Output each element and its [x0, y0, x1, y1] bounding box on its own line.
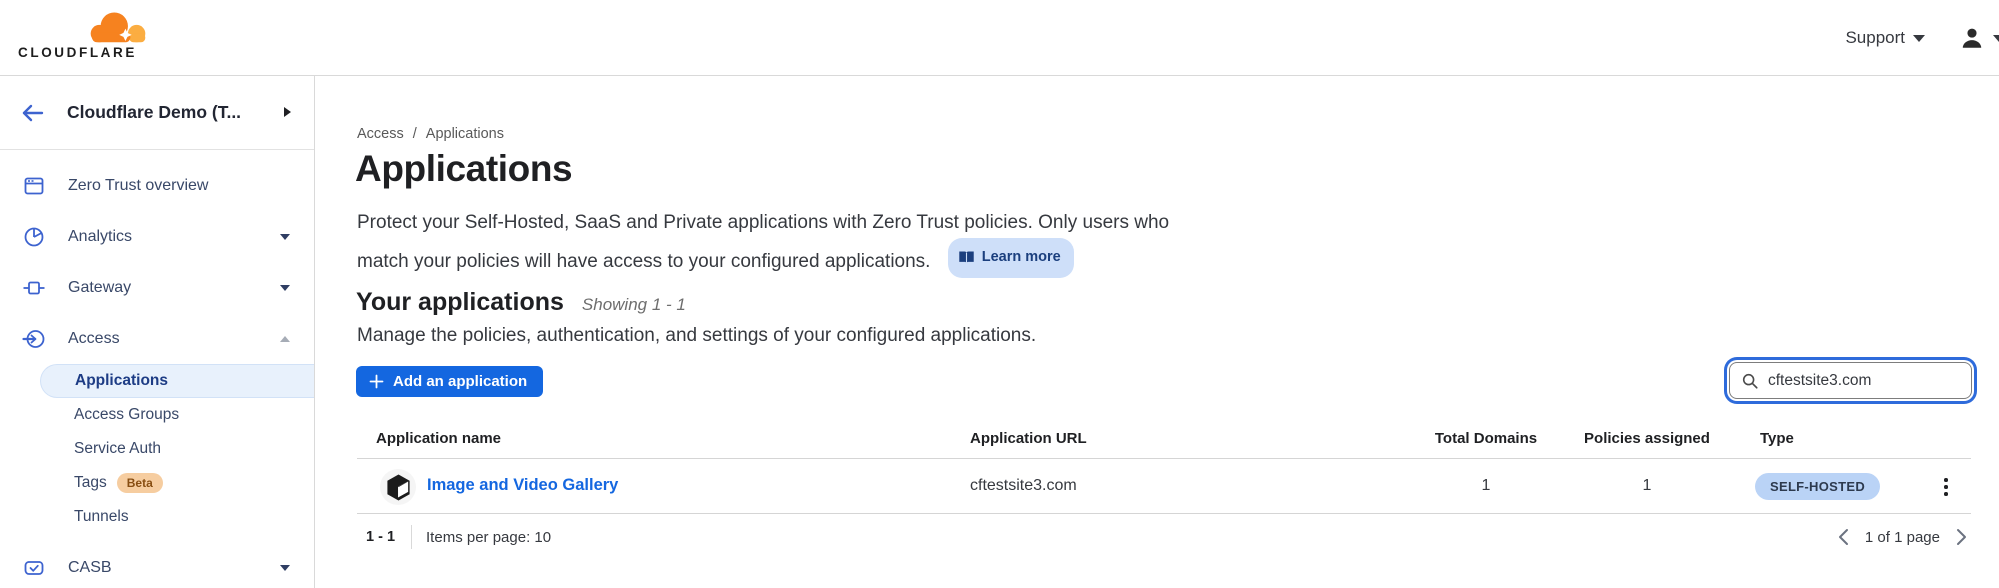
chevron-down-icon — [1993, 35, 1999, 42]
total-domains-cell: 1 — [1421, 477, 1551, 495]
sidebar-item-service-auth[interactable]: Service Auth — [0, 432, 314, 466]
description-line-1: Protect your Self-Hosted, SaaS and Priva… — [357, 207, 1169, 238]
sidebar-item-label: Analytics — [68, 228, 132, 246]
sidebar-item-access[interactable]: Access — [0, 313, 314, 364]
sidebar-item-tunnels[interactable]: Tunnels — [0, 500, 314, 534]
chevron-up-icon — [280, 336, 290, 342]
sidebar: Cloudflare Demo (T... Zero Trust overvie… — [0, 76, 315, 588]
application-name-link[interactable]: Image and Video Gallery — [427, 476, 618, 495]
previous-page-icon[interactable] — [1838, 528, 1849, 546]
chevron-down-icon — [280, 234, 290, 240]
table-footer: 1 - 1 Items per page: 10 1 of 1 page — [357, 514, 1971, 560]
col-application-url: Application URL — [970, 430, 1087, 447]
section-title: Your applications — [356, 288, 564, 317]
account-name: Cloudflare Demo (T... — [67, 102, 241, 123]
search-input[interactable] — [1729, 362, 1972, 399]
sidebar-subitem-label: Tunnels — [0, 508, 129, 526]
description-line-2: match your policies will have access to … — [357, 251, 930, 272]
sidebar-item-applications[interactable]: Applications — [40, 364, 314, 398]
back-arrow-icon[interactable] — [20, 101, 46, 125]
main-content: Access / Applications Applications Prote… — [316, 76, 1999, 588]
learn-more-label: Learn more — [982, 242, 1061, 273]
application-url-cell: cftestsite3.com — [970, 477, 1077, 495]
book-icon — [958, 250, 975, 265]
cloudflare-cloud-icon — [86, 10, 150, 46]
type-badge: SELF-HOSTED — [1755, 473, 1880, 500]
breadcrumb-separator: / — [413, 126, 417, 142]
pager: 1 of 1 page — [1838, 528, 1967, 546]
person-icon — [1959, 25, 1985, 51]
access-login-icon — [22, 327, 46, 351]
zero-trust-dashboard: CLOUDFLARE Support — [0, 0, 1999, 588]
items-per-page[interactable]: Items per page: 10 — [426, 529, 551, 546]
cube-icon — [385, 473, 412, 502]
sidebar-item-casb[interactable]: CASB — [0, 542, 314, 588]
policies-assigned-cell: 1 — [1567, 477, 1727, 495]
support-menu[interactable]: Support — [1845, 28, 1925, 48]
learn-more-button[interactable]: Learn more — [948, 238, 1074, 278]
pie-chart-icon — [22, 225, 46, 249]
user-menu[interactable] — [1959, 25, 1999, 51]
sidebar-subitem-label: Service Auth — [0, 440, 161, 458]
table-row: Image and Video Gallery cftestsite3.com … — [357, 459, 1971, 514]
table-header-row: Application name Application URL Total D… — [357, 426, 1971, 459]
chevron-down-icon — [280, 285, 290, 291]
sidebar-subitem-label: Applications — [41, 372, 168, 390]
next-page-icon[interactable] — [1956, 528, 1967, 546]
pagination-range: 1 - 1 — [366, 529, 395, 545]
section-subtitle: Manage the policies, authentication, and… — [357, 325, 1036, 347]
sidebar-item-label: Access — [68, 330, 120, 348]
application-avatar — [380, 469, 416, 505]
support-label: Support — [1845, 28, 1905, 48]
col-total-domains: Total Domains — [1421, 430, 1551, 447]
col-application-name: Application name — [376, 430, 501, 447]
row-menu-kebab-icon[interactable] — [1933, 473, 1959, 501]
breadcrumb-applications[interactable]: Applications — [426, 126, 504, 142]
chevron-right-icon[interactable] — [283, 106, 292, 118]
add-application-label: Add an application — [393, 373, 527, 390]
sidebar-nav: Zero Trust overview Analytics — [0, 150, 314, 588]
casb-check-icon — [22, 556, 46, 580]
sidebar-item-tags[interactable]: Tags Beta — [0, 466, 314, 500]
beta-badge: Beta — [117, 473, 163, 493]
add-application-button[interactable]: Add an application — [356, 366, 543, 397]
sidebar-subitem-label: Tags — [0, 474, 107, 492]
sidebar-item-zero-trust-overview[interactable]: Zero Trust overview — [0, 160, 314, 211]
page-status: 1 of 1 page — [1865, 529, 1940, 546]
footer-divider — [411, 525, 412, 549]
applications-table: Application name Application URL Total D… — [357, 426, 1971, 560]
breadcrumb-access[interactable]: Access — [357, 126, 404, 142]
page-title: Applications — [355, 148, 572, 190]
col-policies-assigned: Policies assigned — [1567, 430, 1727, 447]
gateway-icon — [22, 276, 46, 300]
sidebar-account-header: Cloudflare Demo (T... — [0, 76, 314, 150]
cloudflare-logo[interactable]: CLOUDFLARE — [18, 8, 150, 66]
sidebar-item-analytics[interactable]: Analytics — [0, 211, 314, 262]
col-type: Type — [1760, 430, 1794, 447]
sidebar-item-label: Zero Trust overview — [68, 177, 208, 195]
page-description: Protect your Self-Hosted, SaaS and Priva… — [357, 207, 1169, 278]
sidebar-item-access-groups[interactable]: Access Groups — [0, 398, 314, 432]
sidebar-subitem-label: Access Groups — [0, 406, 179, 424]
sidebar-item-label: Gateway — [68, 279, 131, 297]
cloudflare-wordmark: CLOUDFLARE — [18, 45, 137, 60]
sidebar-item-label: CASB — [68, 559, 112, 577]
breadcrumb: Access / Applications — [357, 126, 504, 142]
search-box — [1729, 362, 1972, 399]
window-overview-icon — [22, 174, 46, 198]
top-bar: CLOUDFLARE Support — [0, 0, 1999, 76]
chevron-down-icon — [280, 565, 290, 571]
sidebar-item-gateway[interactable]: Gateway — [0, 262, 314, 313]
showing-count: Showing 1 - 1 — [582, 295, 686, 315]
chevron-down-icon — [1913, 35, 1925, 42]
plus-icon — [369, 374, 384, 389]
